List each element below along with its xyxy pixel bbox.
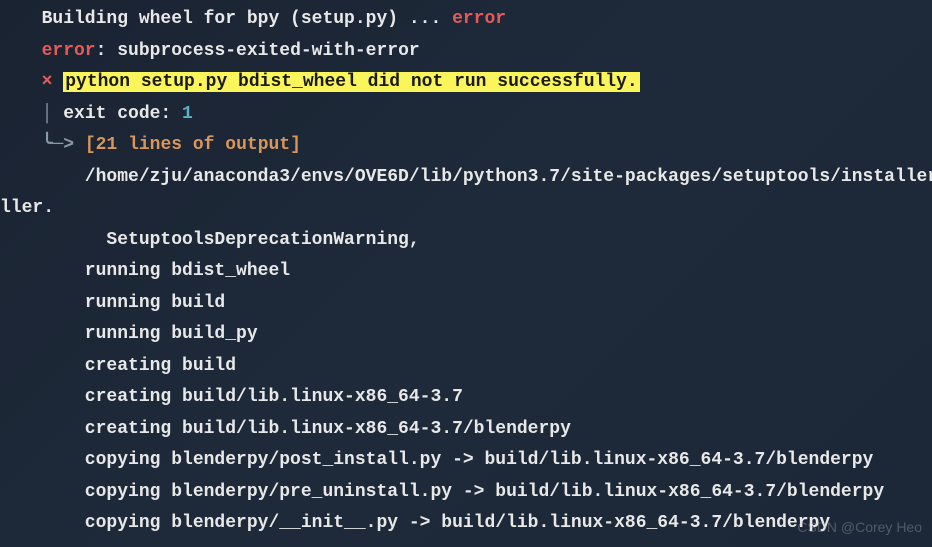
terminal-line: Building wheel for bpy (setup.py) ... er… — [20, 4, 932, 36]
terminal-line: error: subprocess-exited-with-error — [20, 36, 932, 68]
terminal-line: × python setup.py bdist_wheel did not ru… — [20, 67, 932, 99]
terminal-output-line: copying blenderpy/__init__.py -> build/l… — [20, 508, 932, 540]
exit-code-label: exit code: — [63, 104, 182, 124]
terminal-line: │ exit code: 1 — [20, 99, 932, 131]
terminal-output-line: creating build/lib.linux-x86_64-3.7 — [20, 382, 932, 414]
terminal-output-line: copying blenderpy/post_install.py -> bui… — [20, 445, 932, 477]
colon: : — [96, 41, 118, 61]
space — [52, 72, 63, 92]
terminal-output-line: running bdist_wheel — [20, 256, 932, 288]
terminal-output-line: running build — [20, 288, 932, 320]
error-message: subprocess-exited-with-error — [117, 41, 419, 61]
error-label: error — [20, 41, 96, 61]
terminal-line: ╰─> [21 lines of output] — [20, 130, 932, 162]
pipe-icon: │ — [20, 104, 63, 124]
arrow-icon: ╰─> — [20, 135, 85, 155]
terminal-output-line: SetuptoolsDeprecationWarning, — [20, 225, 932, 257]
terminal-output-line: copying blenderpy/pre_uninstall.py -> bu… — [20, 477, 932, 509]
highlighted-error-text: python setup.py bdist_wheel did not run … — [63, 72, 640, 92]
cross-icon: × — [20, 72, 52, 92]
error-status: error — [452, 9, 506, 29]
exit-code-value: 1 — [182, 104, 193, 124]
terminal-output-line: /home/zju/anaconda3/envs/OVE6D/lib/pytho… — [20, 162, 932, 194]
output-lines-label: [21 lines of output] — [85, 135, 301, 155]
build-wheel-text: Building wheel for bpy (setup.py) ... — [20, 9, 452, 29]
terminal-output-line: creating build — [20, 351, 932, 383]
terminal-output-line: creating build/lib.linux-x86_64-3.7/blen… — [20, 414, 932, 446]
watermark-text: CSDN @Corey Heo — [797, 515, 922, 540]
terminal-output-line: running build_py — [20, 319, 932, 351]
terminal-output-line: ller. — [0, 193, 932, 225]
